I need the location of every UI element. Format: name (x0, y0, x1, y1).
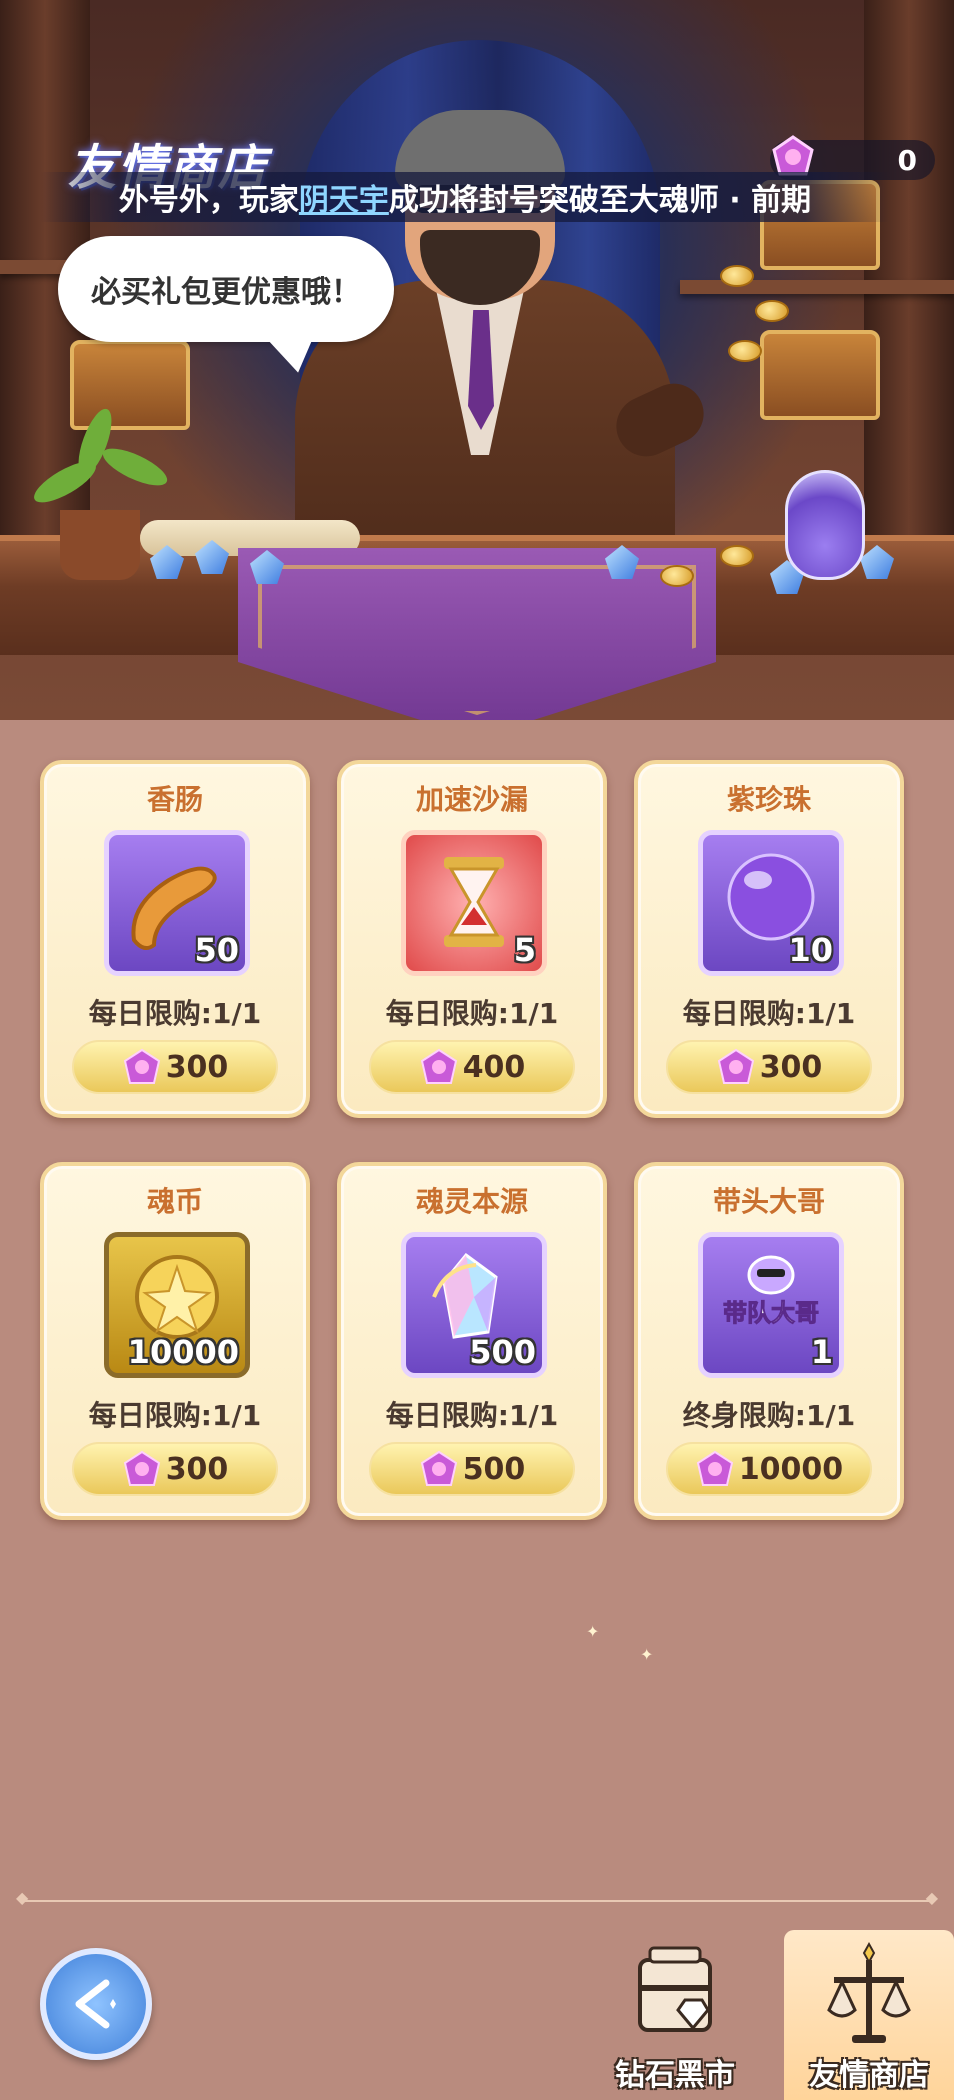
potted-plant-icon (60, 510, 140, 580)
broadcast-notice: 外号外，玩家 阴天宇 成功将封号突破至大魂师 · 前期 (40, 172, 890, 222)
coin-icon (660, 565, 694, 587)
scales-icon (827, 1941, 911, 2043)
coin-icon (755, 300, 789, 322)
item-quantity: 1 (810, 1333, 833, 1371)
nav-divider (16, 1888, 938, 1907)
purchase-limit: 每日限购:1/1 (88, 1399, 262, 1432)
back-button[interactable] (40, 1948, 152, 2060)
item-quantity: 10 (788, 931, 833, 969)
purchase-limit: 终身限购:1/1 (682, 1399, 856, 1432)
purchase-limit: 每日限购:1/1 (385, 1399, 559, 1432)
notice-player-link[interactable]: 阴天宇 (299, 175, 389, 219)
item-quantity: 50 (194, 931, 239, 969)
shop-item-card[interactable]: 香肠 50 每日限购:1/1 300 (40, 760, 310, 1118)
tab-label: 钻石黑市 (615, 2058, 735, 2093)
treasure-chest-icon (638, 1946, 712, 2032)
coin-icon (728, 340, 762, 362)
price-value: 400 (462, 1049, 526, 1085)
tab-friendship-shop[interactable]: 友情商店 (784, 1930, 954, 2100)
item-icon-frame: 5 (401, 830, 547, 976)
shop-item-card[interactable]: 带头大哥 带队大哥 1 终身限购:1/1 10000 (634, 1162, 904, 1520)
item-name: 带头大哥 (712, 1185, 825, 1218)
sparkle-icon: ✦ (586, 1622, 600, 1641)
friendship-gem-icon (420, 1450, 457, 1486)
back-arrow-icon (75, 1979, 116, 2029)
price-value: 300 (165, 1451, 229, 1487)
item-quantity: 10000 (127, 1333, 239, 1371)
tablecloth-trim (258, 565, 696, 715)
coin-icon (720, 265, 754, 287)
coin-icon (720, 545, 754, 567)
shop-item-card[interactable]: 魂币 10000 每日限购:1/1 300 (40, 1162, 310, 1520)
currency-value: 0 (897, 143, 917, 177)
potion-bottle-icon (785, 470, 865, 580)
price-value: 300 (759, 1049, 823, 1085)
friendship-gem-icon (123, 1450, 160, 1486)
friendship-gem-icon (123, 1048, 160, 1084)
speech-bubble: 必买礼包更优惠哦！ (58, 236, 394, 342)
purchase-limit: 每日限购:1/1 (682, 997, 856, 1030)
item-name: 魂灵本源 (415, 1185, 528, 1218)
item-icon-frame: 500 (401, 1232, 547, 1378)
shop-scene (0, 0, 954, 720)
notice-prefix: 外号外，玩家 (118, 183, 299, 218)
leaf (98, 441, 172, 493)
buy-button[interactable]: 300 (72, 1040, 278, 1094)
item-name: 魂币 (146, 1185, 203, 1218)
buy-button[interactable]: 400 (369, 1040, 575, 1094)
tab-label: 友情商店 (809, 2058, 929, 2093)
item-quantity: 5 (513, 931, 536, 969)
speech-bubble-text: 必买礼包更优惠哦！ (91, 275, 361, 310)
treasure-chest-icon (760, 330, 880, 420)
buy-button[interactable]: 10000 (666, 1442, 872, 1496)
shop-item-card[interactable]: 紫珍珠 10 每日限购:1/1 300 (634, 760, 904, 1118)
price-value: 10000 (738, 1451, 844, 1487)
item-name: 紫珍珠 (726, 783, 811, 816)
notice-suffix: 成功将封号突破至大魂师 · 前期 (388, 183, 812, 218)
purchase-limit: 每日限购:1/1 (88, 997, 262, 1030)
shop-item-card[interactable]: 加速沙漏 5 每日限购:1/1 400 (337, 760, 607, 1118)
boss-badge-text: 带队大哥 (723, 1299, 819, 1327)
buy-button[interactable]: 300 (72, 1442, 278, 1496)
treasure-chest-icon (70, 340, 190, 430)
item-quantity: 500 (469, 1333, 536, 1371)
purchase-limit: 每日限购:1/1 (385, 997, 559, 1030)
friendship-gem-icon (717, 1048, 754, 1084)
item-icon-frame: 带队大哥 1 (698, 1232, 844, 1378)
item-icon-frame: 10 (698, 830, 844, 976)
shelf (680, 280, 954, 294)
friendship-gem-icon (420, 1048, 457, 1084)
sparkle-icon: ✦ (640, 1645, 654, 1664)
friendship-gem-icon (696, 1450, 733, 1486)
item-icon-frame: 10000 (104, 1232, 250, 1378)
price-value: 300 (165, 1049, 229, 1085)
buy-button[interactable]: 500 (369, 1442, 575, 1496)
item-icon-frame: 50 (104, 830, 250, 976)
shop-item-card[interactable]: 魂灵本源 500 每日限购:1/1 500 (337, 1162, 607, 1520)
tab-diamond-market[interactable]: 钻石黑市 (590, 1930, 760, 2100)
item-name: 加速沙漏 (415, 783, 528, 816)
price-value: 500 (462, 1451, 526, 1487)
item-name: 香肠 (146, 783, 203, 816)
buy-button[interactable]: 300 (666, 1040, 872, 1094)
